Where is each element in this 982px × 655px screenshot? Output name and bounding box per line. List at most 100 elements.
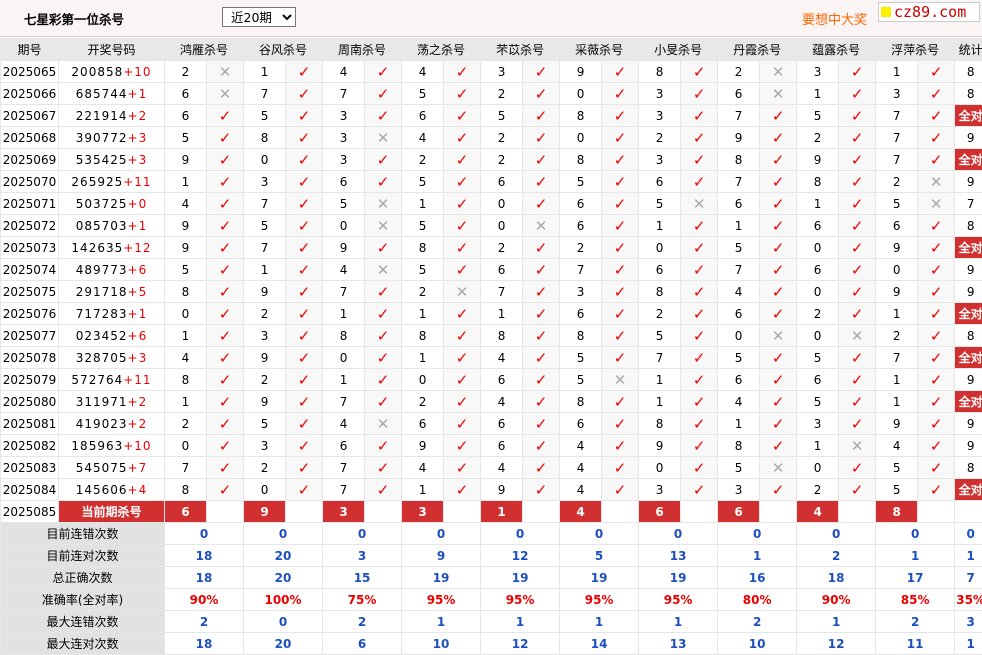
check-icon: ✓ — [444, 237, 481, 259]
stats-value: 0 — [244, 611, 323, 633]
plus-number: +2 — [128, 109, 148, 123]
kill-number-cell: 1 — [402, 303, 444, 325]
stats-value: 90% — [165, 589, 244, 611]
kill-number-cell: 2 — [481, 237, 523, 259]
check-icon: ✓ — [602, 61, 639, 83]
stats-total: 7 — [955, 567, 982, 589]
period-cell: 2025076 — [1, 303, 59, 325]
kill-number-cell: 4 — [165, 193, 207, 215]
check-icon: ✓ — [207, 127, 244, 149]
plus-number: +3 — [128, 153, 148, 167]
period-range-select[interactable]: 近20期 — [222, 7, 296, 27]
check-icon: ✓ — [681, 105, 718, 127]
cross-icon: ✕ — [918, 193, 955, 215]
stats-value: 20 — [244, 567, 323, 589]
check-icon: ✓ — [365, 83, 402, 105]
kill-number-cell: 2 — [639, 127, 681, 149]
kill-number-cell: 6 — [402, 105, 444, 127]
kill-number-cell: 1 — [718, 413, 760, 435]
check-icon: ✓ — [602, 127, 639, 149]
main-number: 685744 — [76, 87, 128, 101]
stats-value: 0 — [560, 523, 639, 545]
check-icon: ✓ — [918, 259, 955, 281]
stats-label: 最大连对次数 — [1, 633, 165, 655]
main-number: 419023 — [76, 417, 128, 431]
stats-row: 最大连错次数20211112123 — [1, 611, 982, 633]
kill-number-cell: 6 — [639, 171, 681, 193]
column-header: 丹霞杀号 — [718, 39, 797, 61]
kill-number-cell: 4 — [876, 435, 918, 457]
stats-value: 20 — [244, 633, 323, 655]
kill-number-cell: 2 — [797, 127, 839, 149]
check-icon: ✓ — [207, 325, 244, 347]
table-row: 2025077023452+61✓3✓8✓8✓8✓8✓5✓0✕0✕2✓8 — [1, 325, 982, 347]
period-cell: 2025068 — [1, 127, 59, 149]
kill-number-cell: 0 — [639, 237, 681, 259]
kill-number-cell: 4 — [481, 391, 523, 413]
check-icon: ✓ — [760, 171, 797, 193]
plus-number: +11 — [123, 373, 151, 387]
draw-number-cell: 023452+6 — [59, 325, 165, 347]
table-row: 2025067221914+26✓5✓3✓6✓5✓8✓3✓7✓5✓7✓全对 — [1, 105, 982, 127]
check-icon: ✓ — [207, 369, 244, 391]
check-icon: ✓ — [918, 325, 955, 347]
kill-number-cell: 5 — [244, 105, 286, 127]
correct-count-cell: 9 — [955, 435, 982, 457]
kill-number-cell: 4 — [481, 347, 523, 369]
check-icon: ✓ — [207, 171, 244, 193]
kill-number-cell: 0 — [876, 259, 918, 281]
plus-number: +3 — [128, 131, 148, 145]
period-cell: 2025085 — [1, 501, 59, 523]
check-icon: ✓ — [207, 149, 244, 171]
kill-number-cell: 2 — [402, 391, 444, 413]
plus-number: +2 — [128, 395, 148, 409]
kill-number-cell: 0 — [797, 237, 839, 259]
check-icon: ✓ — [760, 391, 797, 413]
column-header: 芣苡杀号 — [481, 39, 560, 61]
kill-number-cell: 2 — [165, 413, 207, 435]
check-icon: ✓ — [839, 457, 876, 479]
kill-number-cell: 8 — [718, 435, 760, 457]
cross-icon: ✕ — [207, 83, 244, 105]
check-icon: ✓ — [286, 479, 323, 501]
check-icon: ✓ — [602, 149, 639, 171]
correct-count-cell: 8 — [955, 457, 982, 479]
kill-number-cell: 6 — [323, 435, 365, 457]
kill-number-cell: 8 — [797, 171, 839, 193]
stats-value: 6 — [323, 633, 402, 655]
current-kill-number: 6 — [165, 501, 207, 523]
kill-number-cell: 7 — [323, 457, 365, 479]
kill-number-cell: 7 — [165, 457, 207, 479]
main-number: 572764 — [71, 373, 123, 387]
kill-number-cell: 5 — [402, 83, 444, 105]
kill-number-cell: 6 — [560, 413, 602, 435]
check-icon: ✓ — [839, 303, 876, 325]
kill-number-cell: 3 — [876, 83, 918, 105]
kill-number-cell: 5 — [639, 193, 681, 215]
kill-number-cell: 3 — [639, 479, 681, 501]
stats-value: 90% — [797, 589, 876, 611]
check-icon: ✓ — [365, 171, 402, 193]
check-icon: ✓ — [839, 215, 876, 237]
stats-value: 5 — [560, 545, 639, 567]
draw-number-cell: 328705+3 — [59, 347, 165, 369]
table-row: 2025075291718+58✓9✓7✓2✕7✓3✓8✓4✓0✓9✓9 — [1, 281, 982, 303]
kill-number-table: 期号开奖号码鸿雁杀号谷风杀号周南杀号荡之杀号芣苡杀号采薇杀号小旻杀号丹霞杀号蕴露… — [0, 38, 982, 655]
check-icon: ✓ — [602, 193, 639, 215]
promo-slogan-link[interactable]: 要想中大奖 — [802, 9, 867, 28]
kill-number-cell: 8 — [165, 369, 207, 391]
period-cell: 2025067 — [1, 105, 59, 127]
check-icon: ✓ — [839, 347, 876, 369]
kill-number-cell: 0 — [797, 325, 839, 347]
plus-number: +6 — [128, 263, 148, 277]
check-icon: ✓ — [681, 237, 718, 259]
kill-number-cell: 1 — [244, 61, 286, 83]
stats-row: 目前连对次数182039125131211 — [1, 545, 982, 567]
kill-number-cell: 9 — [876, 413, 918, 435]
plus-number: +1 — [128, 219, 148, 233]
kill-number-cell: 6 — [165, 83, 207, 105]
correct-count-cell: 7 — [955, 193, 982, 215]
kill-number-cell: 1 — [876, 369, 918, 391]
empty-cell — [602, 501, 639, 523]
check-icon: ✓ — [523, 413, 560, 435]
